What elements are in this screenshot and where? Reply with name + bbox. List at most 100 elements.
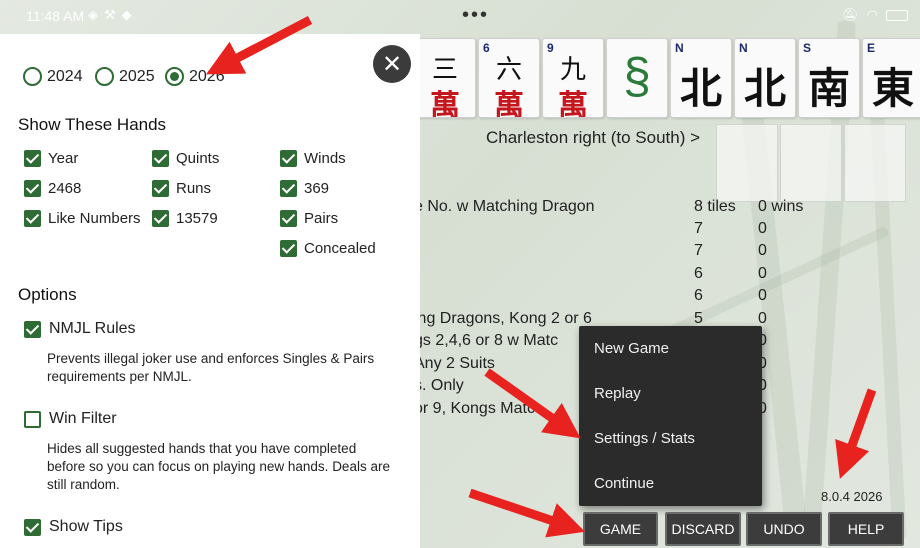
filter-label: 369 [304, 180, 330, 197]
battery-icon [886, 9, 908, 21]
filter-quints[interactable]: Quints [152, 150, 219, 167]
wind-glyph: 北 [743, 64, 786, 113]
filter-label: 13579 [176, 210, 218, 227]
tile-corner-label: N [739, 41, 748, 55]
tile-corner-label: N [675, 41, 684, 55]
radio-circle-icon [23, 67, 42, 86]
tile-suit-glyph: 萬 [430, 89, 460, 118]
hand-wins: 0 [758, 287, 767, 304]
filter-label: Year [48, 150, 79, 167]
filter-concealed[interactable]: Concealed [280, 240, 376, 257]
checkbox-checked-icon [280, 240, 297, 257]
mahjong-tile[interactable]: 9九萬 [542, 38, 604, 118]
hand-tiles: 6 [694, 265, 703, 282]
drive-icon: ◈ [88, 7, 98, 22]
hand-name: Any 2 Suits [414, 355, 495, 372]
filter-label: Runs [176, 180, 212, 197]
options-title: Options [18, 285, 77, 304]
help-button[interactable]: HELP [828, 512, 904, 546]
filter-label: Winds [304, 150, 346, 167]
wifi-icon: ◠ [866, 7, 878, 22]
game-button[interactable]: GAME [583, 512, 658, 546]
checkbox-checked-icon [24, 518, 41, 536]
checkbox-checked-icon [152, 180, 169, 197]
year-radio-2024[interactable]: 2024 [23, 67, 83, 86]
status-icons-left: ◈ ⚒ ◆ [88, 7, 132, 23]
checkbox-checked-icon [24, 180, 41, 197]
status-icons-right: 🔕︎ ◠ [842, 7, 908, 23]
checkbox-checked-icon [24, 320, 41, 338]
option-label: Show Tips [49, 518, 123, 535]
checkbox-checked-icon [280, 150, 297, 167]
close-button[interactable]: ✕ [373, 45, 411, 83]
hand-wins: 0 [758, 242, 767, 259]
filter-13579[interactable]: 13579 [152, 210, 218, 227]
status-time: 11:48 AM [26, 8, 85, 24]
undo-button[interactable]: UNDO [746, 512, 822, 546]
mahjong-tile[interactable]: § [606, 38, 668, 118]
option-description: Hides all suggested hands that you have … [47, 441, 390, 492]
mahjong-tile[interactable]: S南 [798, 38, 860, 118]
filter-369[interactable]: 369 [280, 180, 329, 197]
tile-suit-glyph: 萬 [558, 89, 588, 118]
charleston-instruction[interactable]: Charleston right (to South) > [486, 128, 700, 148]
mahjong-tile[interactable]: N北 [734, 38, 796, 118]
filter-label: Pairs [304, 210, 339, 227]
hand-tiles: 7 [694, 220, 703, 237]
checkbox-checked-icon [280, 210, 297, 227]
charleston-slot[interactable] [780, 124, 842, 202]
hand-wins: 0 [758, 265, 767, 282]
filter-2468[interactable]: 2468 [24, 180, 81, 197]
filter-like-numbers[interactable]: Like Numbers [24, 210, 141, 227]
option-label: Win Filter [49, 410, 117, 427]
option-win-filter[interactable]: Win Filter [24, 410, 117, 428]
version-label: 8.0.4 2026 [821, 489, 883, 504]
filter-winds[interactable]: Winds [280, 150, 346, 167]
checkbox-checked-icon [152, 150, 169, 167]
filter-label: Concealed [304, 240, 376, 257]
menu-item-new-game[interactable]: New Game [579, 326, 762, 371]
mahjong-tile[interactable]: N北 [670, 38, 732, 118]
checkbox-checked-icon [24, 150, 41, 167]
status-bar: 11:48 AM ◈ ⚒ ◆ ••• 🔕︎ ◠ [0, 0, 920, 34]
checkbox-unchecked-icon [24, 410, 41, 428]
hand-wins: 0 [758, 220, 767, 237]
discard-button[interactable]: DISCARD [665, 512, 741, 546]
overflow-dots-icon[interactable]: ••• [462, 4, 489, 27]
tile-suit-glyph: 萬 [494, 89, 524, 118]
charleston-slot[interactable] [844, 124, 906, 202]
year-label: 2025 [119, 67, 155, 85]
hand-name: or 9, Kongs Matc [414, 400, 535, 417]
wind-glyph: 東 [871, 64, 914, 113]
menu-item-replay[interactable]: Replay [579, 371, 762, 416]
filter-year[interactable]: Year [24, 150, 78, 167]
filter-runs[interactable]: Runs [152, 180, 211, 197]
hand-tiles: 7 [694, 242, 703, 259]
hand-name: ing Dragons, Kong 2 or 6 [414, 310, 592, 327]
option-nmjl-rules[interactable]: NMJL Rules [24, 320, 136, 338]
hand-name: e No. w Matching Dragon [414, 198, 595, 215]
option-label: NMJL Rules [49, 320, 136, 337]
year-radio-2026[interactable]: 2026 [165, 67, 225, 86]
year-label: 2024 [47, 67, 83, 85]
filter-pairs[interactable]: Pairs [280, 210, 338, 227]
game-menu: New Game Replay Settings / Stats Continu… [579, 326, 762, 506]
tile-corner-label: E [867, 41, 876, 55]
checkbox-checked-icon [152, 210, 169, 227]
radio-selected-icon [165, 67, 184, 86]
tag-icon: ◆ [121, 7, 132, 22]
menu-item-continue[interactable]: Continue [579, 461, 762, 506]
year-label: 2026 [189, 67, 225, 85]
charleston-slot[interactable] [716, 124, 778, 202]
mahjong-tile[interactable]: 三萬 [414, 38, 476, 118]
year-radio-2025[interactable]: 2025 [95, 67, 155, 86]
mahjong-tile[interactable]: E東 [862, 38, 920, 118]
hand-wins: 0 wins [758, 198, 804, 215]
green-dragon-icon: § [623, 48, 651, 104]
close-icon: ✕ [381, 50, 403, 78]
mahjong-tile[interactable]: 6六萬 [478, 38, 540, 118]
menu-item-settings-stats[interactable]: Settings / Stats [579, 416, 762, 461]
wind-glyph: 南 [807, 64, 850, 113]
option-show-tips[interactable]: Show Tips [24, 518, 123, 536]
hand-tiles: 6 [694, 287, 703, 304]
